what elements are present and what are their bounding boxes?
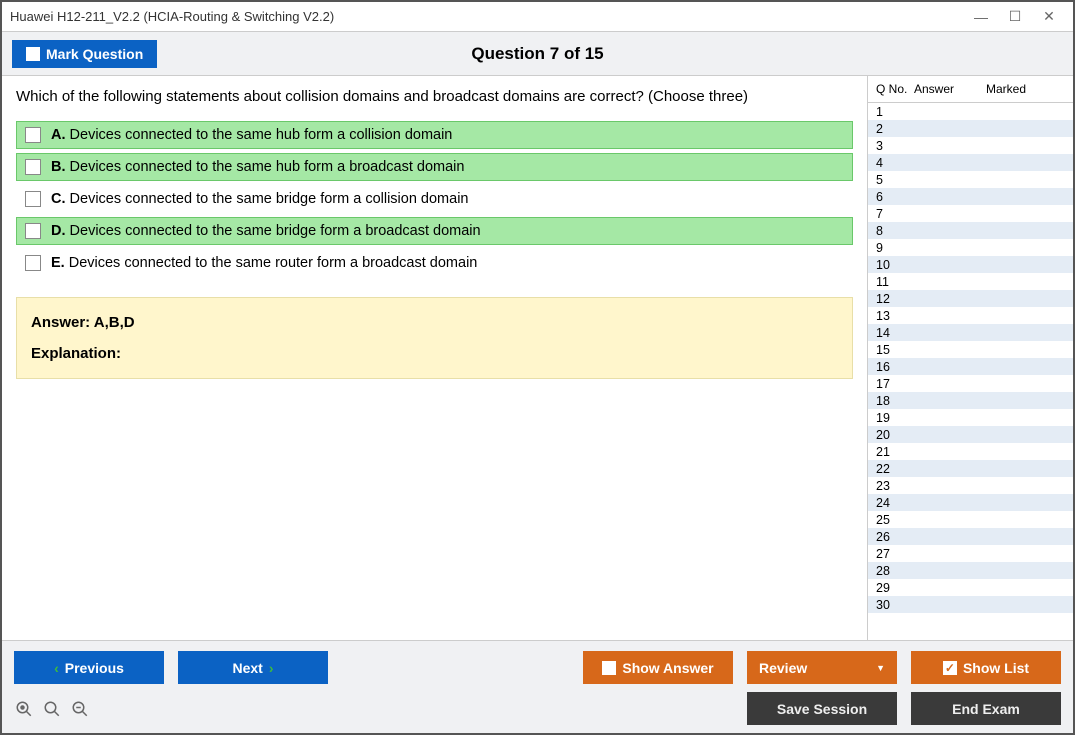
minimize-icon[interactable]: — xyxy=(973,8,989,25)
option-D[interactable]: D. Devices connected to the same bridge … xyxy=(16,217,853,245)
review-button[interactable]: Review ▼ xyxy=(747,651,897,684)
chevron-right-icon: › xyxy=(269,660,274,676)
main-area: Which of the following statements about … xyxy=(2,76,1073,640)
chevron-left-icon: ‹ xyxy=(54,660,59,676)
maximize-icon[interactable]: ☐ xyxy=(1007,8,1023,25)
question-list-row[interactable]: 7 xyxy=(868,205,1073,222)
question-list-row[interactable]: 12 xyxy=(868,290,1073,307)
checkbox-icon xyxy=(602,661,616,675)
option-C[interactable]: C. Devices connected to the same bridge … xyxy=(16,185,853,213)
question-list-row[interactable]: 14 xyxy=(868,324,1073,341)
question-text: Which of the following statements about … xyxy=(16,88,853,105)
checkbox-icon xyxy=(25,159,41,175)
show-answer-button[interactable]: Show Answer xyxy=(583,651,733,684)
show-list-button[interactable]: ✓ Show List xyxy=(911,651,1061,684)
question-list-row[interactable]: 9 xyxy=(868,239,1073,256)
question-list-row[interactable]: 30 xyxy=(868,596,1073,613)
question-list-row[interactable]: 5 xyxy=(868,171,1073,188)
next-button[interactable]: Next › xyxy=(178,651,328,684)
col-qno: Q No. xyxy=(872,82,914,96)
window-title: Huawei H12-211_V2.2 (HCIA-Routing & Swit… xyxy=(10,9,973,24)
question-list-row[interactable]: 23 xyxy=(868,477,1073,494)
question-list-row[interactable]: 20 xyxy=(868,426,1073,443)
zoom-in-icon[interactable] xyxy=(42,699,62,719)
question-list-row[interactable]: 1 xyxy=(868,103,1073,120)
checkbox-icon xyxy=(25,127,41,143)
options-list: A. Devices connected to the same hub for… xyxy=(16,121,853,277)
mark-question-label: Mark Question xyxy=(46,46,143,62)
footer-row-2: Save Session End Exam xyxy=(14,692,1061,725)
question-list-row[interactable]: 13 xyxy=(868,307,1073,324)
question-list-row[interactable]: 8 xyxy=(868,222,1073,239)
save-session-button[interactable]: Save Session xyxy=(747,692,897,725)
question-list-row[interactable]: 10 xyxy=(868,256,1073,273)
zoom-reset-icon[interactable] xyxy=(14,699,34,719)
end-exam-button[interactable]: End Exam xyxy=(911,692,1061,725)
question-list-row[interactable]: 21 xyxy=(868,443,1073,460)
footer-row-1: ‹ Previous Next › Show Answer Review ▼ ✓… xyxy=(14,651,1061,684)
footer-bar: ‹ Previous Next › Show Answer Review ▼ ✓… xyxy=(2,640,1073,733)
option-E[interactable]: E. Devices connected to the same router … xyxy=(16,249,853,277)
question-list-row[interactable]: 28 xyxy=(868,562,1073,579)
checkbox-checked-icon: ✓ xyxy=(943,661,957,675)
question-counter: Question 7 of 15 xyxy=(471,44,603,64)
question-list-row[interactable]: 15 xyxy=(868,341,1073,358)
question-list-row[interactable]: 4 xyxy=(868,154,1073,171)
question-list-row[interactable]: 29 xyxy=(868,579,1073,596)
option-B[interactable]: B. Devices connected to the same hub for… xyxy=(16,153,853,181)
col-answer: Answer xyxy=(914,82,986,96)
question-list-row[interactable]: 27 xyxy=(868,545,1073,562)
question-list-row[interactable]: 2 xyxy=(868,120,1073,137)
explanation-label: Explanation: xyxy=(31,345,838,362)
answer-box: Answer: A,B,D Explanation: xyxy=(16,297,853,379)
question-list-row[interactable]: 25 xyxy=(868,511,1073,528)
question-list-row[interactable]: 19 xyxy=(868,409,1073,426)
question-list-pane: Q No. Answer Marked 12345678910111213141… xyxy=(867,76,1073,640)
chevron-down-icon: ▼ xyxy=(876,663,885,673)
window-controls: — ☐ ✕ xyxy=(973,8,1065,25)
col-marked: Marked xyxy=(986,82,1069,96)
app-window: Huawei H12-211_V2.2 (HCIA-Routing & Swit… xyxy=(0,0,1075,735)
previous-button[interactable]: ‹ Previous xyxy=(14,651,164,684)
zoom-out-icon[interactable] xyxy=(70,699,90,719)
question-list-body[interactable]: 1234567891011121314151617181920212223242… xyxy=(868,103,1073,640)
mark-question-button[interactable]: Mark Question xyxy=(12,40,157,68)
question-pane: Which of the following statements about … xyxy=(2,76,867,640)
question-list-row[interactable]: 24 xyxy=(868,494,1073,511)
question-list-row[interactable]: 22 xyxy=(868,460,1073,477)
checkbox-icon xyxy=(25,223,41,239)
question-list-row[interactable]: 3 xyxy=(868,137,1073,154)
question-list-row[interactable]: 17 xyxy=(868,375,1073,392)
close-icon[interactable]: ✕ xyxy=(1041,8,1057,25)
checkbox-icon xyxy=(25,191,41,207)
header-bar: Mark Question Question 7 of 15 xyxy=(2,32,1073,76)
question-list-header: Q No. Answer Marked xyxy=(868,76,1073,103)
question-list-row[interactable]: 11 xyxy=(868,273,1073,290)
question-list-row[interactable]: 16 xyxy=(868,358,1073,375)
titlebar: Huawei H12-211_V2.2 (HCIA-Routing & Swit… xyxy=(2,2,1073,32)
answer-line: Answer: A,B,D xyxy=(31,314,838,331)
checkbox-icon xyxy=(26,47,40,61)
option-A[interactable]: A. Devices connected to the same hub for… xyxy=(16,121,853,149)
question-list-row[interactable]: 18 xyxy=(868,392,1073,409)
question-list-row[interactable]: 6 xyxy=(868,188,1073,205)
checkbox-icon xyxy=(25,255,41,271)
question-list-row[interactable]: 26 xyxy=(868,528,1073,545)
